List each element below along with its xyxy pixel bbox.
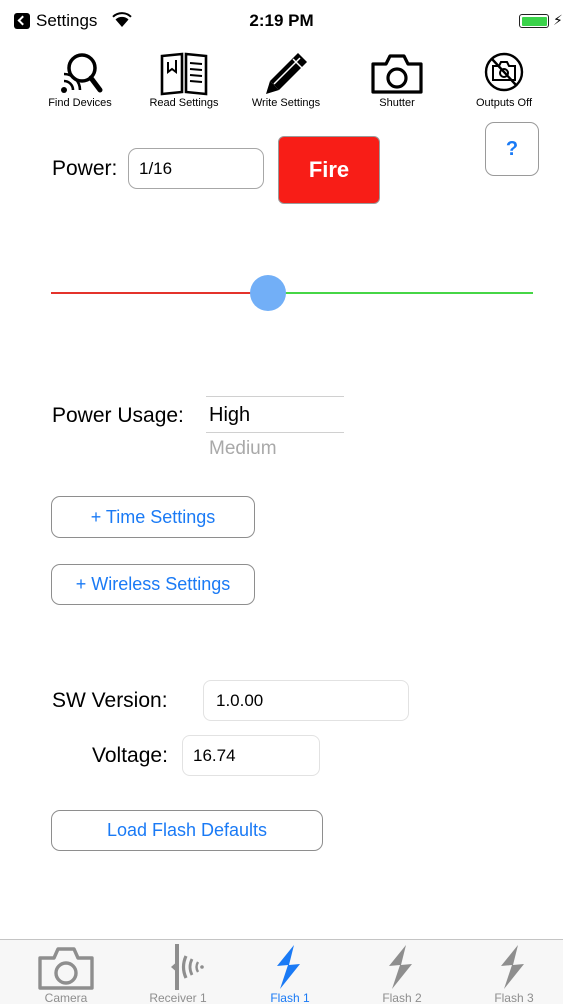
slider-max-track <box>268 292 533 294</box>
help-button[interactable]: ? <box>485 122 539 176</box>
tab-flash-2-label: Flash 2 <box>382 991 422 1004</box>
voltage-label: Voltage: <box>92 744 168 767</box>
find-devices-button[interactable]: Find Devices <box>30 50 130 114</box>
read-settings-label: Read Settings <box>149 97 219 109</box>
camera-icon <box>371 54 423 94</box>
tab-flash-1-label: Flash 1 <box>270 991 310 1004</box>
picker-next-option[interactable]: Medium <box>209 438 277 460</box>
voltage-field: 16.74 <box>182 735 320 776</box>
read-settings-button[interactable]: Read Settings <box>134 50 234 114</box>
outputs-off-button[interactable]: Outputs Off <box>454 50 554 114</box>
wireless-settings-button[interactable]: + Wireless Settings <box>51 564 255 605</box>
tab-camera-label: Camera <box>44 991 88 1004</box>
lightning-icon <box>501 945 524 989</box>
receiver-icon <box>171 944 204 990</box>
tab-receiver-1-label: Receiver 1 <box>149 991 207 1004</box>
lightning-icon <box>389 945 412 989</box>
picker-selected-option[interactable]: High <box>209 404 250 427</box>
shutter-button[interactable]: Shutter <box>347 50 447 114</box>
charging-bolt-icon: ⚡ <box>553 12 563 28</box>
outputs-off-label: Outputs Off <box>475 97 533 109</box>
time-settings-button[interactable]: + Time Settings <box>51 496 255 538</box>
shutter-label: Shutter <box>379 97 415 109</box>
tab-flash-3-label: Flash 3 <box>494 991 534 1004</box>
power-input[interactable]: 1/16 <box>128 148 264 189</box>
sw-version-label: SW Version: <box>52 689 168 712</box>
power-label: Power: <box>52 157 118 180</box>
tab-flash-1[interactable]: Flash 1 <box>234 940 346 1004</box>
find-devices-label: Find Devices <box>48 97 112 109</box>
power-usage-picker[interactable]: High Medium <box>206 394 344 464</box>
tab-receiver-1[interactable]: Receiver 1 <box>122 940 234 1004</box>
lightning-icon <box>277 945 300 989</box>
status-bar: Settings 2:19 PM ⚡ <box>0 0 563 44</box>
camera-icon <box>38 947 94 990</box>
tab-flash-3[interactable]: Flash 3 <box>458 940 563 1004</box>
power-usage-label: Power Usage: <box>52 404 184 427</box>
fire-button[interactable]: Fire <box>278 136 380 204</box>
write-settings-button[interactable]: Write Settings <box>236 50 336 114</box>
book-icon <box>160 52 208 96</box>
battery-icon <box>519 14 549 28</box>
power-slider[interactable] <box>51 268 533 318</box>
tab-camera[interactable]: Camera <box>10 940 122 1004</box>
tab-flash-2[interactable]: Flash 2 <box>346 940 458 1004</box>
write-settings-label: Write Settings <box>251 97 321 109</box>
slider-min-track <box>51 292 268 294</box>
sw-version-field: 1.0.00 <box>203 680 409 721</box>
tab-bar: Camera Receiver 1 Flash 1 Flash 2 Flash … <box>0 939 563 1004</box>
load-flash-defaults-button[interactable]: Load Flash Defaults <box>51 810 323 851</box>
pencil-icon <box>266 53 307 94</box>
search-icon <box>61 53 103 93</box>
status-time: 2:19 PM <box>249 11 314 30</box>
slider-thumb[interactable] <box>250 275 286 311</box>
camera-off-icon <box>484 52 524 92</box>
